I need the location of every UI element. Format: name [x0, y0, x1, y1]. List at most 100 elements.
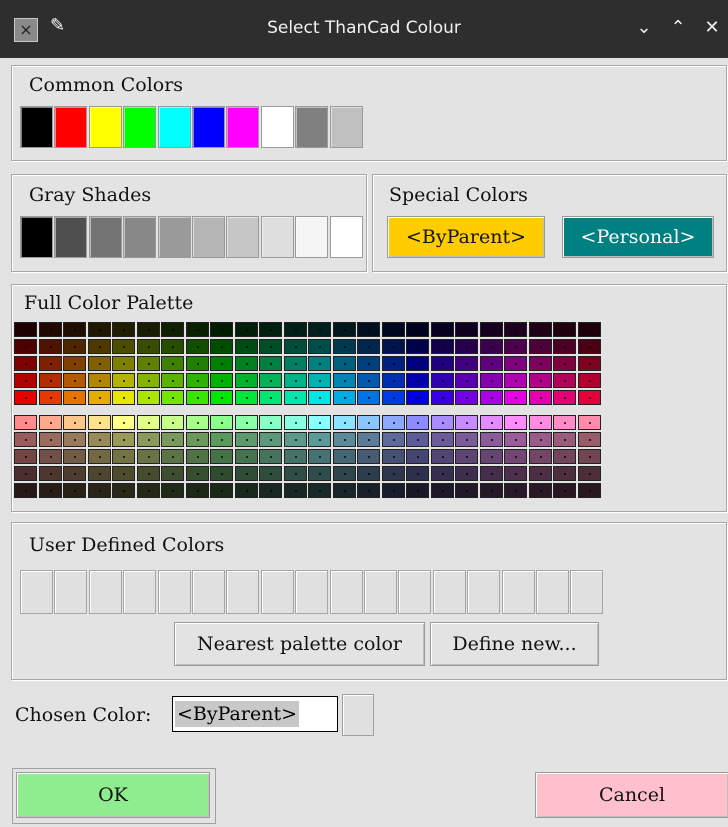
palette-cell[interactable] — [38, 483, 62, 498]
user-color-slot[interactable] — [398, 570, 432, 614]
palette-cell[interactable] — [136, 322, 160, 337]
palette-cell[interactable] — [553, 483, 576, 498]
palette-cell[interactable] — [406, 356, 429, 371]
gray-shade-swatch[interactable] — [192, 216, 225, 258]
palette-cell[interactable] — [112, 373, 135, 388]
palette-cell[interactable] — [357, 339, 380, 354]
palette-cell[interactable] — [577, 466, 601, 481]
palette-cell[interactable] — [430, 449, 454, 464]
palette-cell[interactable] — [63, 415, 86, 430]
palette-cell[interactable] — [455, 373, 478, 388]
by-parent-button[interactable]: <ByParent> — [387, 216, 545, 258]
palette-cell[interactable] — [308, 415, 331, 430]
close-icon[interactable]: ✕ — [699, 14, 725, 42]
palette-cell[interactable] — [553, 466, 576, 481]
palette-cell[interactable] — [553, 415, 576, 430]
palette-cell[interactable] — [63, 432, 86, 447]
palette-cell[interactable] — [185, 483, 209, 498]
palette-cell[interactable] — [38, 390, 62, 405]
palette-cell[interactable] — [38, 322, 62, 337]
palette-cell[interactable] — [406, 390, 429, 405]
palette-cell[interactable] — [63, 466, 86, 481]
palette-cell[interactable] — [185, 339, 209, 354]
palette-cell[interactable] — [161, 432, 184, 447]
user-color-slot[interactable] — [123, 570, 157, 614]
palette-cell[interactable] — [528, 322, 552, 337]
palette-cell[interactable] — [528, 415, 552, 430]
define-new-button[interactable]: Define new... — [430, 622, 599, 666]
palette-cell[interactable] — [87, 449, 111, 464]
palette-cell[interactable] — [381, 339, 405, 354]
ok-button[interactable]: OK — [16, 772, 210, 818]
palette-cell[interactable] — [430, 356, 454, 371]
maximize-icon[interactable]: ⌃ — [665, 14, 691, 42]
palette-cell[interactable] — [406, 449, 429, 464]
palette-cell[interactable] — [308, 483, 331, 498]
gray-shade-swatch[interactable] — [295, 216, 329, 258]
palette-cell[interactable] — [553, 449, 576, 464]
palette-cell[interactable] — [479, 432, 503, 447]
palette-cell[interactable] — [136, 449, 160, 464]
palette-cell[interactable] — [14, 449, 37, 464]
palette-cell[interactable] — [332, 373, 356, 388]
palette-cell[interactable] — [14, 432, 37, 447]
palette-cell[interactable] — [112, 466, 135, 481]
palette-cell[interactable] — [455, 415, 478, 430]
palette-cell[interactable] — [161, 356, 184, 371]
palette-cell[interactable] — [504, 432, 527, 447]
palette-cell[interactable] — [161, 322, 184, 337]
palette-cell[interactable] — [283, 373, 307, 388]
palette-cell[interactable] — [479, 390, 503, 405]
palette-cell[interactable] — [406, 415, 429, 430]
palette-cell[interactable] — [357, 356, 380, 371]
palette-cell[interactable] — [332, 322, 356, 337]
common-color-swatch[interactable] — [329, 106, 363, 148]
palette-cell[interactable] — [504, 449, 527, 464]
palette-cell[interactable] — [87, 390, 111, 405]
palette-cell[interactable] — [381, 356, 405, 371]
palette-cell[interactable] — [430, 466, 454, 481]
nearest-palette-color-button[interactable]: Nearest palette color — [174, 622, 425, 666]
palette-cell[interactable] — [455, 339, 478, 354]
palette-cell[interactable] — [528, 356, 552, 371]
palette-cell[interactable] — [259, 373, 282, 388]
palette-cell[interactable] — [455, 356, 478, 371]
palette-cell[interactable] — [210, 373, 233, 388]
user-color-slot[interactable] — [329, 570, 363, 614]
palette-cell[interactable] — [38, 373, 62, 388]
palette-cell[interactable] — [308, 373, 331, 388]
palette-cell[interactable] — [210, 415, 233, 430]
palette-cell[interactable] — [259, 415, 282, 430]
palette-cell[interactable] — [63, 339, 86, 354]
palette-cell[interactable] — [479, 356, 503, 371]
minimize-icon[interactable]: ⌄ — [631, 14, 657, 42]
palette-cell[interactable] — [528, 339, 552, 354]
user-color-slot[interactable] — [88, 570, 122, 614]
gray-shade-swatch[interactable] — [329, 216, 363, 258]
palette-cell[interactable] — [112, 390, 135, 405]
palette-cell[interactable] — [332, 483, 356, 498]
palette-cell[interactable] — [504, 373, 527, 388]
palette-cell[interactable] — [381, 390, 405, 405]
user-color-slot[interactable] — [364, 570, 397, 614]
palette-cell[interactable] — [161, 415, 184, 430]
palette-cell[interactable] — [430, 432, 454, 447]
palette-cell[interactable] — [112, 356, 135, 371]
palette-cell[interactable] — [504, 356, 527, 371]
palette-cell[interactable] — [234, 339, 258, 354]
palette-cell[interactable] — [14, 322, 37, 337]
palette-cell[interactable] — [577, 415, 601, 430]
palette-cell[interactable] — [185, 322, 209, 337]
palette-cell[interactable] — [577, 432, 601, 447]
palette-cell[interactable] — [332, 339, 356, 354]
palette-cell[interactable] — [455, 466, 478, 481]
palette-cell[interactable] — [14, 356, 37, 371]
palette-cell[interactable] — [14, 339, 37, 354]
gray-shade-swatch[interactable] — [226, 216, 260, 258]
palette-cell[interactable] — [283, 390, 307, 405]
palette-cell[interactable] — [430, 415, 454, 430]
palette-cell[interactable] — [479, 322, 503, 337]
palette-cell[interactable] — [553, 356, 576, 371]
palette-cell[interactable] — [112, 339, 135, 354]
palette-cell[interactable] — [112, 483, 135, 498]
